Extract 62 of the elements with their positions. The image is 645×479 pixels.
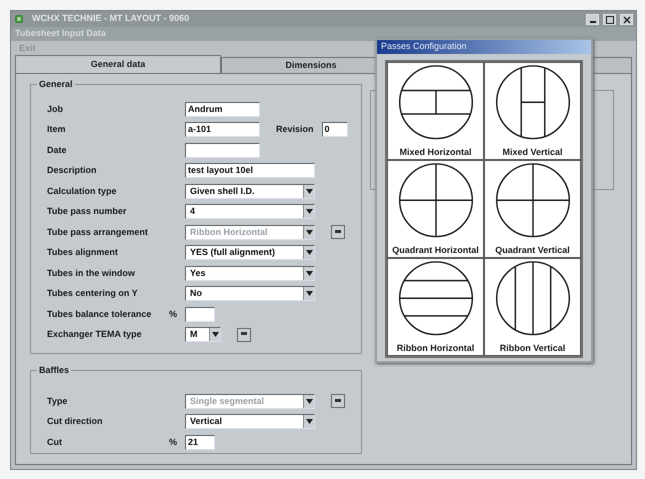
unit-label: % [168,308,177,320]
more-button[interactable] [237,328,251,342]
field-label: Cut [47,436,62,448]
dropdown[interactable]: 4 [185,204,315,220]
dropdown-arrow-icon [306,291,312,296]
inner-window-title: Tubesheet Input Data [15,27,106,40]
pass-option[interactable]: Quadrant Horizontal [387,160,484,258]
input-field[interactable]: Andrum [185,102,260,117]
dropdown[interactable]: Yes [185,266,315,281]
field-label: Item [47,123,66,136]
dropdown-arrow-icon [306,209,312,214]
field-label: Job [47,102,64,116]
more-icon [241,332,247,336]
dropdown-arrow-icon [306,230,312,235]
field-label: Date [47,144,67,156]
more-icon [335,398,341,402]
dropdown-arrow-icon [306,188,312,194]
tab[interactable]: General data [15,55,221,73]
dropdown-arrow-icon [306,419,312,424]
field-label: Cut direction [47,415,102,428]
window-maximize-button[interactable] [603,14,616,24]
more-icon [335,230,341,233]
field-label: Type [47,394,68,408]
pass-option[interactable]: Mixed Vertical [484,62,581,160]
input-field[interactable] [185,142,260,158]
field-label: Calculation type [47,184,117,198]
dropdown[interactable]: No [185,286,315,302]
dropdown-arrow-icon [306,270,312,276]
dropdown[interactable]: Given shell I.D. [185,184,315,199]
input-field[interactable]: 21 [185,434,215,450]
field-label: Tubes alignment [47,246,118,259]
window-title: WCHX TECHNIE - MT LAYOUT - 9060 [32,12,190,26]
field-label: Tubes centering on Y [47,287,138,300]
minimize-icon [590,20,596,22]
pass-option[interactable]: Mixed Horizontal [387,62,484,160]
pass-option[interactable]: Quadrant Vertical [484,160,581,258]
app-icon [14,14,24,24]
field-label: Tube pass number [47,205,126,218]
maximize-icon [604,14,614,24]
dropdown-arrow-icon [306,398,312,404]
pass-option[interactable]: Ribbon Horizontal [387,258,484,356]
pass-option[interactable]: Ribbon Vertical [484,258,581,356]
dialog-title: Passes Configuration [381,40,467,54]
dropdown[interactable]: YES (full alignment) [185,245,315,260]
input-field[interactable]: test layout 10el [185,163,315,178]
field-label: Tubes balance tolerance [47,308,152,320]
dropdown-arrow-icon [212,332,218,338]
window-close-button[interactable] [620,14,633,24]
close-icon [622,14,632,24]
field-label: Description [47,164,97,177]
input-field[interactable]: a-101 [185,122,260,138]
field-label: Exchanger TEMA type [47,328,142,341]
dropdown[interactable]: Vertical [185,414,315,430]
field-label: Revision [276,123,314,136]
dropdown-arrow-icon [306,250,312,256]
dropdown[interactable]: M [185,327,221,342]
input-field[interactable]: 0 [322,122,348,138]
unit-label: % [168,436,177,448]
field-label: Tube pass arrangement [47,226,148,239]
window-minimize-button[interactable] [586,14,599,24]
field-label: Tubes in the window [47,266,135,280]
input-field[interactable] [185,306,215,322]
